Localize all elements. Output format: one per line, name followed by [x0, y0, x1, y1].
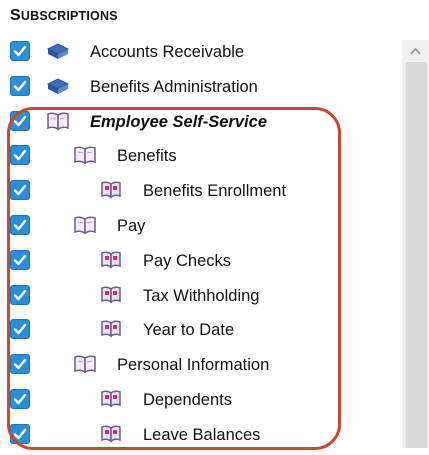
book-page-icon [98, 318, 124, 340]
section-title-cap: S [10, 7, 21, 24]
tree-item-label: Employee Self-Service [90, 112, 268, 131]
checkmark-icon [13, 150, 27, 161]
checkbox[interactable] [10, 75, 30, 96]
tree-item[interactable]: Benefits [0, 142, 400, 176]
checkbox[interactable] [10, 284, 30, 305]
tree-item[interactable]: Dependents [0, 386, 400, 420]
checkbox[interactable] [10, 354, 30, 375]
tree-item-label: Dependents [143, 391, 232, 409]
tree-item[interactable]: Employee Self-Service [0, 108, 400, 142]
checkmark-icon [13, 358, 27, 370]
book-page-icon [98, 284, 124, 306]
checkbox[interactable] [10, 215, 30, 235]
checkbox[interactable] [10, 249, 30, 270]
tree-item-label: Personal Information [117, 356, 270, 375]
module-icon [45, 75, 71, 97]
checkbox[interactable] [10, 41, 30, 61]
tree-item[interactable]: Tax Withholding [0, 282, 400, 316]
checkbox[interactable] [10, 423, 30, 444]
tree-item[interactable]: Year to Date [0, 316, 400, 350]
book-open-icon [45, 110, 71, 132]
tree-item[interactable]: Benefits Enrollment [0, 177, 400, 211]
checkbox[interactable] [10, 180, 30, 201]
book-page-icon [98, 423, 124, 445]
checkmark-icon [13, 184, 27, 196]
scroll-up-button[interactable] [402, 40, 429, 62]
checkmark-icon [13, 393, 27, 405]
scrollbar-thumb[interactable] [406, 62, 427, 448]
book-page-icon [98, 249, 124, 271]
tree-item-label: Benefits Enrollment [143, 182, 287, 201]
tree-item-label: Pay Checks [143, 251, 232, 270]
tree-item-label: Pay [117, 217, 146, 235]
checkmark-icon [13, 324, 27, 335]
tree-item-label: Year to Date [143, 321, 235, 340]
checkmark-icon [13, 115, 27, 126]
book-page-icon [98, 388, 124, 410]
tree-item[interactable]: Personal Information [0, 351, 400, 385]
tree-item-label: Leave Balances [143, 425, 261, 444]
tree-item-label: Tax Withholding [143, 286, 260, 305]
book-open-icon [72, 353, 98, 375]
tree-item-label: Accounts Receivable [90, 43, 245, 61]
checkmark-icon [13, 80, 27, 91]
checkmark-icon [13, 254, 27, 265]
tree-item[interactable]: Pay [0, 212, 400, 246]
checkbox[interactable] [10, 145, 30, 166]
book-open-icon [72, 214, 98, 236]
module-icon [45, 40, 71, 62]
checkmark-icon [13, 219, 27, 231]
tree-item[interactable]: Leave Balances [0, 421, 400, 455]
checkmark-icon [13, 45, 27, 57]
checkbox[interactable] [10, 389, 30, 409]
section-title: SUBSCRIPTIONS [10, 7, 118, 25]
checkbox[interactable] [10, 319, 30, 340]
book-open-icon [72, 144, 98, 166]
checkmark-icon [13, 289, 27, 300]
tree-item[interactable]: Pay Checks [0, 247, 400, 281]
tree-item-label: Benefits Administration [90, 77, 258, 96]
tree-item-label: Benefits [117, 147, 177, 166]
checkmark-icon [13, 428, 27, 439]
tree-item[interactable]: Accounts Receivable [0, 38, 400, 72]
section-title-rest: UBSCRIPTIONS [20, 9, 118, 23]
checkbox[interactable] [10, 110, 30, 131]
chevron-up-icon [410, 47, 421, 55]
book-page-icon [98, 179, 124, 201]
tree-item[interactable]: Benefits Administration [0, 73, 400, 107]
